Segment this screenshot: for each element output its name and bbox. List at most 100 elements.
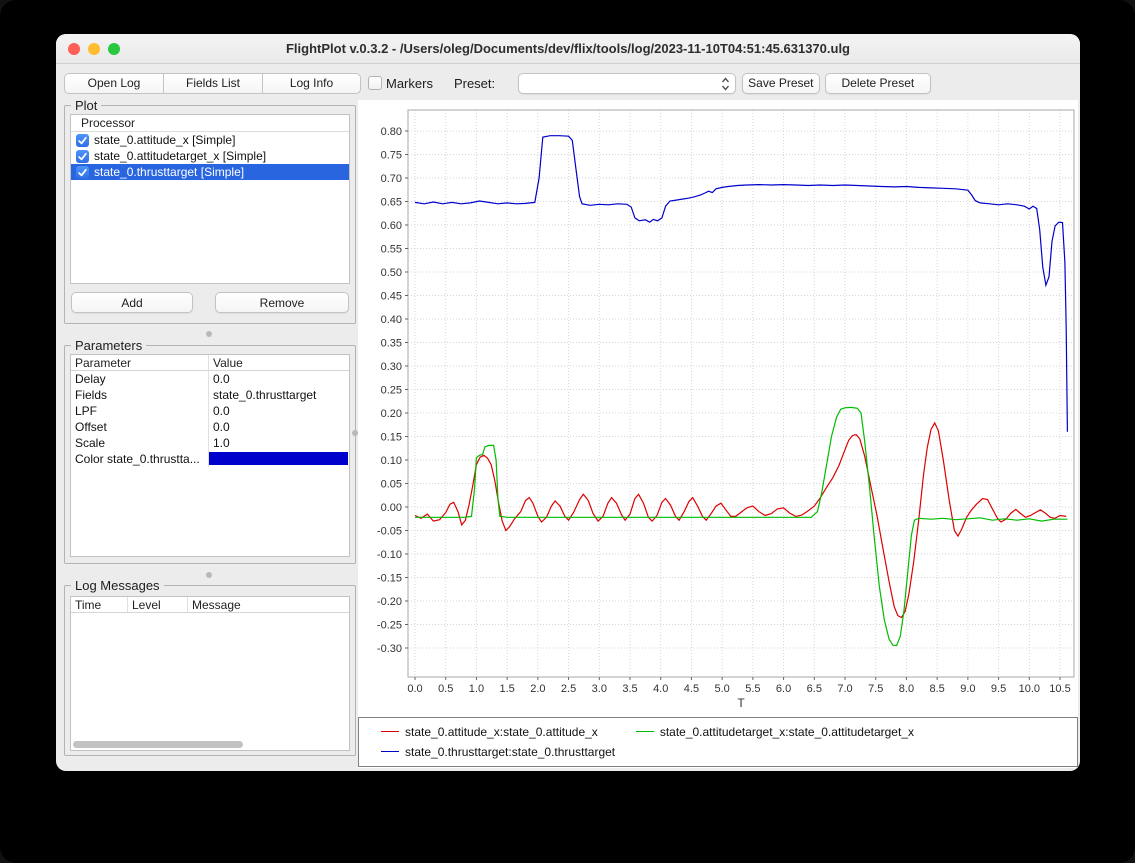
splitter-handle[interactable] [206, 331, 212, 337]
minimize-window-button[interactable] [88, 43, 100, 55]
column-header: Value [209, 355, 349, 370]
svg-text:1.5: 1.5 [499, 683, 514, 695]
delete-preset-button[interactable]: Delete Preset [825, 73, 932, 94]
chart-legend: state_0.attitude_x:state_0.attitude_xsta… [358, 717, 1078, 767]
svg-text:-0.20: -0.20 [377, 596, 402, 608]
field-label: state_0.attitudetarget_x [Simple] [94, 149, 266, 163]
svg-text:2.0: 2.0 [530, 683, 545, 695]
flight-plot-chart[interactable]: 0.00.51.01.52.02.53.03.54.04.55.05.56.06… [358, 100, 1078, 712]
log-table-header: TimeLevelMessage [71, 597, 349, 613]
svg-text:0.05: 0.05 [381, 479, 402, 491]
svg-text:4.5: 4.5 [684, 683, 699, 695]
parameters-table[interactable]: ParameterValue Delay0.0Fieldsstate_0.thr… [70, 354, 350, 557]
legend-label: state_0.thrusttarget:state_0.thrusttarge… [405, 745, 615, 759]
color-swatch[interactable] [209, 452, 348, 465]
svg-text:0.25: 0.25 [381, 385, 402, 397]
field-checkbox[interactable] [76, 150, 89, 163]
parameter-row[interactable]: Fieldsstate_0.thrusttarget [71, 387, 349, 403]
plot-field-row[interactable]: state_0.attitude_x [Simple] [71, 132, 349, 148]
log-messages-panel: Log Messages TimeLevelMessage [64, 585, 356, 756]
svg-text:0.0: 0.0 [407, 683, 422, 695]
svg-text:0.55: 0.55 [381, 244, 402, 256]
svg-text:9.5: 9.5 [991, 683, 1006, 695]
svg-text:0.35: 0.35 [381, 338, 402, 350]
parameter-value[interactable] [209, 451, 349, 467]
toolbar-button-group: Open Log Fields List Log Info [64, 73, 361, 94]
svg-text:10.0: 10.0 [1019, 683, 1040, 695]
legend-label: state_0.attitude_x:state_0.attitude_x [405, 725, 598, 739]
svg-text:8.0: 8.0 [899, 683, 914, 695]
svg-text:0.80: 0.80 [381, 126, 402, 138]
svg-text:5.0: 5.0 [715, 683, 730, 695]
svg-text:0.5: 0.5 [438, 683, 453, 695]
parameters-table-header: ParameterValue [71, 355, 349, 371]
svg-text:0.30: 0.30 [381, 361, 402, 373]
parameter-value[interactable]: 0.0 [209, 419, 349, 435]
preset-label: Preset: [454, 76, 495, 91]
markers-checkbox[interactable] [368, 76, 382, 90]
preset-combobox[interactable] [518, 73, 736, 94]
log-messages-table[interactable]: TimeLevelMessage [70, 596, 350, 751]
parameter-name: Delay [71, 371, 209, 387]
titlebar[interactable]: FlightPlot v.0.3.2 - /Users/oleg/Documen… [56, 34, 1080, 64]
parameter-row[interactable]: LPF0.0 [71, 403, 349, 419]
window-title: FlightPlot v.0.3.2 - /Users/oleg/Documen… [56, 34, 1080, 64]
svg-text:0.20: 0.20 [381, 408, 402, 420]
traffic-lights [68, 43, 120, 55]
save-preset-button[interactable]: Save Preset [742, 73, 819, 94]
parameters-panel-title: Parameters [71, 338, 146, 353]
field-checkbox[interactable] [76, 166, 89, 179]
parameter-row[interactable]: Color state_0.thrustta... [71, 451, 349, 467]
field-checkbox[interactable] [76, 134, 89, 147]
parameter-value[interactable]: 0.0 [209, 403, 349, 419]
svg-text:10.5: 10.5 [1049, 683, 1070, 695]
svg-text:4.0: 4.0 [653, 683, 668, 695]
parameter-value[interactable]: state_0.thrusttarget [209, 387, 349, 403]
close-window-button[interactable] [68, 43, 80, 55]
svg-text:-0.10: -0.10 [377, 549, 402, 561]
horizontal-scrollbar[interactable] [73, 741, 243, 748]
svg-text:3.5: 3.5 [622, 683, 637, 695]
open-log-button[interactable]: Open Log [64, 73, 163, 94]
toolbar: Open Log Fields List Log Info Markers Pr… [64, 71, 1072, 95]
plot-field-list[interactable]: Processor state_0.attitude_x [Simple]sta… [70, 114, 350, 284]
parameter-value[interactable]: 1.0 [209, 435, 349, 451]
plot-field-row[interactable]: state_0.thrusttarget [Simple] [71, 164, 349, 180]
parameter-name: Fields [71, 387, 209, 403]
legend-line-swatch [381, 751, 399, 752]
parameters-panel: Parameters ParameterValue Delay0.0Fields… [64, 345, 356, 564]
svg-text:0.10: 0.10 [381, 455, 402, 467]
parameter-row[interactable]: Delay0.0 [71, 371, 349, 387]
legend-label: state_0.attitudetarget_x:state_0.attitud… [660, 725, 914, 739]
log-messages-panel-title: Log Messages [71, 578, 164, 593]
svg-text:5.5: 5.5 [745, 683, 760, 695]
legend-entry: state_0.thrusttarget:state_0.thrusttarge… [381, 743, 615, 760]
add-button[interactable]: Add [71, 292, 193, 313]
svg-text:0.70: 0.70 [381, 173, 402, 185]
legend-entry: state_0.attitude_x:state_0.attitude_x [381, 723, 598, 740]
legend-line-swatch [381, 731, 399, 732]
field-label: state_0.thrusttarget [Simple] [94, 165, 244, 179]
svg-text:6.5: 6.5 [807, 683, 822, 695]
log-info-button[interactable]: Log Info [262, 73, 361, 94]
splitter-handle[interactable] [206, 572, 212, 578]
markers-label: Markers [386, 76, 433, 91]
svg-text:1.0: 1.0 [469, 683, 484, 695]
parameter-name: Scale [71, 435, 209, 451]
svg-text:0.65: 0.65 [381, 197, 402, 209]
plot-field-row[interactable]: state_0.attitudetarget_x [Simple] [71, 148, 349, 164]
parameter-value[interactable]: 0.0 [209, 371, 349, 387]
svg-text:-0.25: -0.25 [377, 620, 402, 632]
parameter-row[interactable]: Scale1.0 [71, 435, 349, 451]
remove-button[interactable]: Remove [215, 292, 349, 313]
svg-text:-0.30: -0.30 [377, 643, 402, 655]
combo-arrows-icon [721, 77, 730, 94]
zoom-window-button[interactable] [108, 43, 120, 55]
parameter-name: Offset [71, 419, 209, 435]
parameter-row[interactable]: Offset0.0 [71, 419, 349, 435]
svg-text:-0.05: -0.05 [377, 526, 402, 538]
fields-list-button[interactable]: Fields List [163, 73, 262, 94]
field-label: state_0.attitude_x [Simple] [94, 133, 235, 147]
legend-line-swatch [636, 731, 654, 732]
svg-text:0.40: 0.40 [381, 314, 402, 326]
